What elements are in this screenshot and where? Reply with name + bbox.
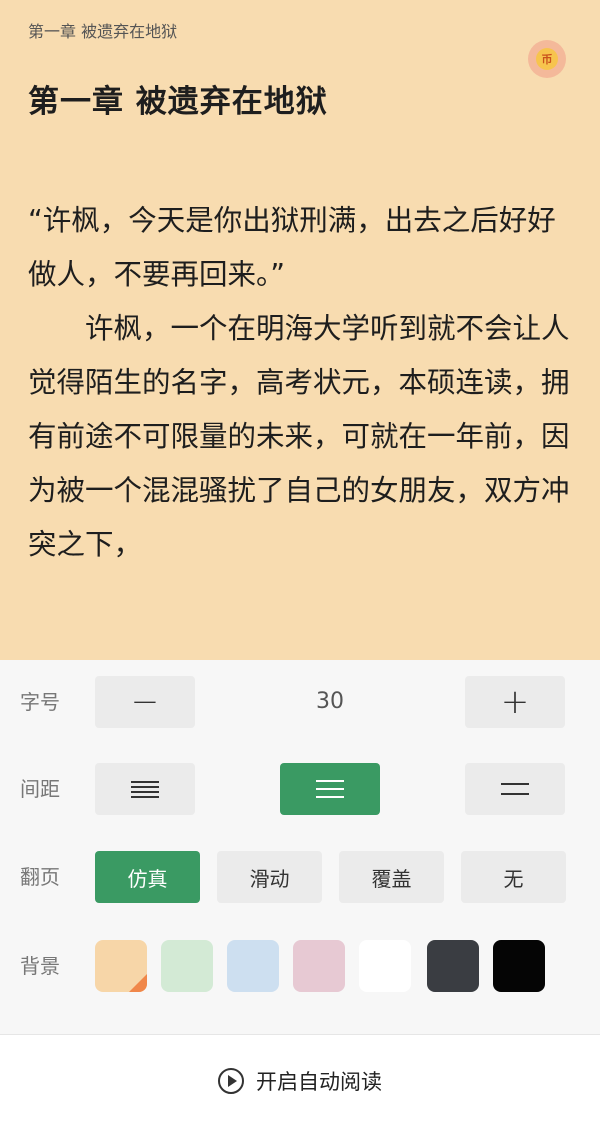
coin-icon: 币 (536, 48, 558, 70)
paragraph: “许枫，今天是你出狱刑满，出去之后好好做人，不要再回来。” (28, 204, 556, 291)
font-increase-button[interactable]: + (465, 676, 565, 728)
font-size-row: 字号 − 30 + (0, 676, 600, 728)
font-size-value: 30 (316, 689, 344, 714)
header-chapter-title: 第一章 被遗弃在地狱 (28, 22, 178, 41)
background-swatch-pink[interactable] (293, 940, 345, 992)
page-turn-cover-button[interactable]: 覆盖 (339, 851, 444, 903)
page-turn-label: 翻页 (20, 865, 60, 889)
page-turn-row: 翻页 仿真 滑动 覆盖 无 (0, 851, 600, 903)
page-turn-none-button[interactable]: 无 (461, 851, 566, 903)
selected-check-icon (129, 974, 147, 992)
page-turn-simulation-button[interactable]: 仿真 (95, 851, 200, 903)
background-swatch-dark-gray[interactable] (427, 940, 479, 992)
chapter-title: 第一章 被遗弃在地狱 (28, 84, 328, 120)
spacing-compact-button[interactable] (95, 763, 195, 815)
minus-icon: − (130, 682, 160, 722)
background-swatch-green[interactable] (161, 940, 213, 992)
spacing-row: 间距 (0, 763, 600, 815)
reader-page[interactable]: 第一章 被遗弃在地狱 币 第一章 被遗弃在地狱 “许枫，今天是你出狱刑满，出去之… (0, 0, 600, 660)
chapter-content: “许枫，今天是你出狱刑满，出去之后好好做人，不要再回来。” 许枫，一个在明海大学… (28, 194, 576, 572)
normal-lines-icon (316, 777, 344, 801)
page-turn-slide-button[interactable]: 滑动 (217, 851, 322, 903)
background-swatch-beige[interactable] (95, 940, 147, 992)
font-size-label: 字号 (20, 690, 60, 714)
spacing-normal-button[interactable] (280, 763, 380, 815)
background-row: 背景 (0, 940, 600, 992)
background-swatch-white[interactable] (359, 940, 411, 992)
spacing-label: 间距 (20, 777, 60, 801)
auto-read-label: 开启自动阅读 (256, 1069, 382, 1094)
auto-read-button[interactable]: 开启自动阅读 (0, 1034, 600, 1126)
loose-lines-icon (501, 779, 529, 799)
paragraph: 许枫，一个在明海大学听到就不会让人觉得陌生的名字，高考状元，本硕连读，拥有前途不… (28, 312, 570, 561)
background-label: 背景 (20, 954, 60, 978)
spacing-loose-button[interactable] (465, 763, 565, 815)
play-circle-icon (218, 1067, 244, 1094)
font-decrease-button[interactable]: − (95, 676, 195, 728)
plus-icon: + (500, 682, 530, 722)
background-swatch-blue[interactable] (227, 940, 279, 992)
coin-reward-button[interactable]: 币 (528, 40, 566, 78)
compact-lines-icon (131, 779, 159, 799)
background-swatch-black[interactable] (493, 940, 545, 992)
